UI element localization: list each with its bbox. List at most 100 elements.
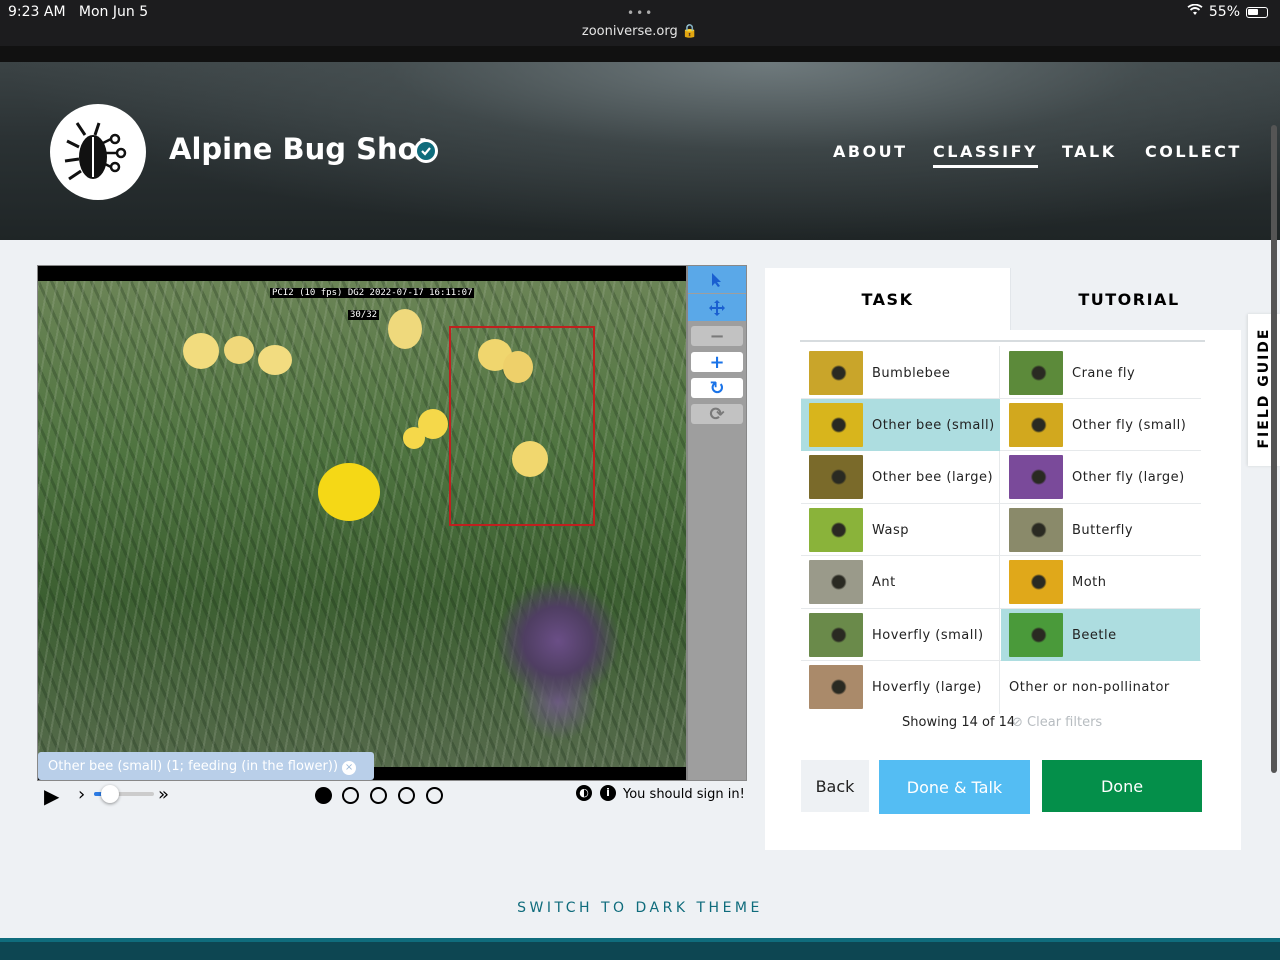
choice-label: Hoverfly (small) [872,627,984,643]
footer [0,938,1280,960]
choice-label: Beetle [1072,627,1117,643]
tab-task[interactable]: TASK [765,268,1010,330]
choice-other-fly-small[interactable]: Other fly (small) [1001,399,1200,451]
address-bar[interactable]: zooniverse.org 🔒 [0,24,1280,39]
status-time: 9:23 AM Mon Jun 5 [8,4,149,20]
scrollbar[interactable] [1271,125,1277,773]
choice-butterfly[interactable]: Butterfly [1001,504,1200,556]
frame-counter-overlay: 30/32 [348,310,380,320]
annotation-label-text: Other bee (small) (1; feeding (in the fl… [48,759,339,774]
choice-label: Other fly (small) [1072,417,1187,433]
speed-slider-handle[interactable] [101,785,119,803]
choice-bumblebee[interactable]: Bumblebee [801,347,1000,399]
project-header: Alpine Bug Shot ABOUT CLASSIFY TALK COLL… [0,62,1280,240]
top-bar [0,46,1280,62]
frame-dot-1[interactable] [315,787,332,804]
remove-annotation-icon[interactable]: × [342,761,357,775]
info-icon[interactable]: i [600,785,616,801]
flower [403,427,425,449]
zoom-out-icon[interactable]: − [691,326,743,347]
wifi-icon [1187,3,1203,20]
choice-label: Other bee (large) [872,469,994,485]
choice-label: Crane fly [1072,365,1136,381]
choice-label: Moth [1072,574,1107,590]
choice-thumbnail [1009,403,1063,447]
choice-beetle[interactable]: Beetle [1001,609,1200,661]
choice-thumbnail [1009,508,1063,552]
choice-label: Other bee (small) [872,417,995,433]
divider [800,340,1205,342]
choice-wasp[interactable]: Wasp [801,504,1000,556]
choice-moth[interactable]: Moth [1001,556,1200,608]
done-and-talk-button[interactable]: Done & Talk [879,760,1030,814]
choice-label: Hoverfly (large) [872,679,982,695]
zoom-in-icon[interactable]: + [691,352,743,373]
choice-thumbnail [809,455,863,499]
choice-label: Bumblebee [872,365,951,381]
reset-icon[interactable]: ⟳ [691,404,743,425]
choice-thumbnail [1009,560,1063,604]
chevron-right-icon[interactable]: › [78,784,85,805]
switch-dark-theme-link[interactable]: SWITCH TO DARK THEME [0,900,1280,916]
choice-label: Other or non-pollinator [1009,679,1170,695]
flower [224,336,254,364]
choice-thumbnail [1009,613,1063,657]
battery-icon [1246,6,1268,18]
choice-thumbnail [809,351,863,395]
camera-timestamp: PCI2 (10 fps) DG2 2022-07-17 16:11:07 [270,288,475,298]
flower [258,345,292,375]
annotation-label[interactable]: Other bee (small) (1; feeding (in the fl… [38,752,374,780]
viewer-toolbar: − + ↻ ⟳ [687,265,747,781]
lock-icon: 🔒 [681,24,699,39]
choice-other-fly-large[interactable]: Other fly (large) [1001,451,1200,503]
clear-filters-link[interactable]: ⊘ Clear filters [1012,715,1102,730]
nav-classify[interactable]: CLASSIFY [933,142,1039,168]
invert-icon[interactable]: ◐ [576,785,592,801]
flower [388,309,422,349]
choice-label: Wasp [872,522,910,538]
done-button[interactable]: Done [1042,760,1202,812]
tab-dots-icon[interactable]: ••• [627,6,654,20]
flower [318,463,380,521]
clear-filters-label: Clear filters [1027,715,1103,730]
double-chevron-right-icon[interactable]: » [158,784,169,805]
choice-thumbnail [809,508,863,552]
project-logo[interactable] [50,104,146,200]
nav-talk[interactable]: TALK [1062,142,1117,161]
nav-collect[interactable]: COLLECT [1145,142,1242,161]
choice-other-bee-small[interactable]: Other bee (small) [801,399,1000,451]
ios-status-bar: 9:23 AM Mon Jun 5 ••• zooniverse.org 🔒 5… [0,0,1280,46]
choice-thumbnail [809,613,863,657]
frame-dot-3[interactable] [370,787,387,804]
rotate-icon[interactable]: ↻ [691,378,743,399]
frame-dot-4[interactable] [398,787,415,804]
back-button[interactable]: Back [801,760,869,812]
choice-ant[interactable]: Ant [801,556,1000,608]
play-icon[interactable]: ▶ [44,784,59,808]
signin-notice[interactable]: You should sign in! [623,787,745,802]
verified-badge-icon [414,139,438,163]
tab-tutorial[interactable]: TUTORIAL [1010,268,1247,330]
flower [183,333,219,369]
filter-count: Showing 14 of 14 [902,715,1016,730]
choice-other-bee-large[interactable]: Other bee (large) [801,451,1000,503]
choice-hoverfly-small[interactable]: Hoverfly (small) [801,609,1000,661]
pointer-tool-icon[interactable] [688,266,746,293]
choice-thumbnail [1009,455,1063,499]
move-tool-icon[interactable] [688,294,746,321]
subject-viewer[interactable]: PCI2 (10 fps) DG2 2022-07-17 16:11:07 30… [37,265,687,781]
frame-dot-5[interactable] [426,787,443,804]
choice-label: Butterfly [1072,522,1134,538]
choice-other-or-non-pollinator[interactable]: Other or non-pollinator [1001,661,1200,713]
choice-thumbnail [1009,351,1063,395]
project-title[interactable]: Alpine Bug Shot [169,132,431,166]
choice-label: Other fly (large) [1072,469,1185,485]
choice-thumbnail [809,665,863,709]
annotation-box[interactable] [449,326,595,526]
choice-thumbnail [809,560,863,604]
nav-about[interactable]: ABOUT [833,142,908,161]
frame-dot-2[interactable] [342,787,359,804]
choice-crane-fly[interactable]: Crane fly [1001,347,1200,399]
battery-percent: 55% [1208,4,1240,20]
choice-hoverfly-large[interactable]: Hoverfly (large) [801,661,1000,713]
